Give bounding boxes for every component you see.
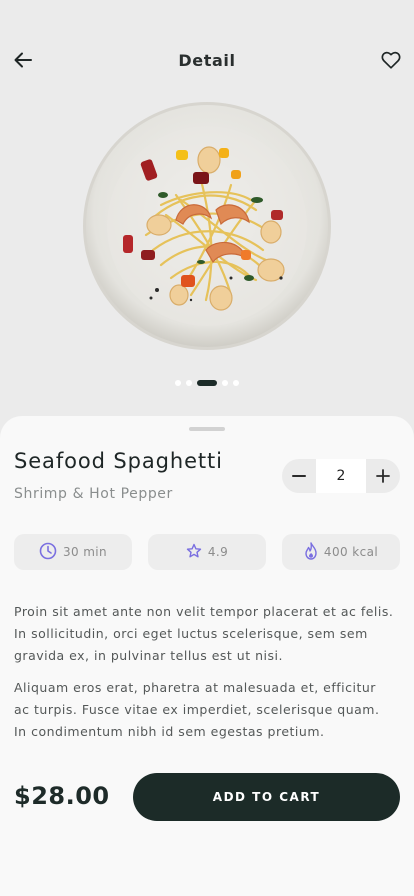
clock-icon — [39, 542, 57, 563]
heart-icon[interactable] — [380, 49, 402, 71]
flame-icon — [304, 541, 318, 563]
add-to-cart-button[interactable]: ADD TO CART — [133, 773, 400, 821]
product-name: Seafood Spaghetti — [14, 449, 223, 473]
time-chip: 30 min — [14, 534, 132, 570]
quantity-stepper: 2 — [282, 459, 400, 493]
product-price: $28.00 — [14, 782, 110, 810]
star-icon — [186, 543, 202, 562]
description-paragraph: Proin sit amet ante non velit tempor pla… — [14, 604, 394, 663]
detail-sheet: Seafood Spaghetti Shrimp & Hot Pepper 2 … — [0, 416, 414, 896]
rating-value: 4.9 — [207, 545, 229, 559]
carousel-dot-active[interactable] — [197, 380, 217, 386]
product-subtitle: Shrimp & Hot Pepper — [14, 486, 173, 502]
stats-row: 30 min 4.9 400 kcal — [14, 534, 400, 570]
quantity-value[interactable]: 2 — [316, 459, 366, 493]
description-paragraph: Aliquam eros erat, pharetra at malesuada… — [14, 680, 380, 739]
plus-icon[interactable] — [366, 459, 400, 493]
product-image — [81, 100, 333, 352]
sheet-handle[interactable] — [189, 427, 225, 431]
rating-chip: 4.9 — [148, 534, 266, 570]
calories-chip: 400 kcal — [282, 534, 400, 570]
carousel-dot[interactable] — [222, 380, 228, 386]
carousel-dot[interactable] — [175, 380, 181, 386]
top-bar: Detail — [0, 40, 414, 80]
time-value: 30 min — [62, 545, 108, 559]
calories-value: 400 kcal — [323, 545, 379, 559]
carousel-indicators — [0, 380, 414, 386]
carousel-dot[interactable] — [233, 380, 239, 386]
page-title: Detail — [178, 50, 236, 70]
minus-icon[interactable] — [282, 459, 316, 493]
back-arrow-icon[interactable] — [12, 49, 34, 71]
carousel-dot[interactable] — [186, 380, 192, 386]
